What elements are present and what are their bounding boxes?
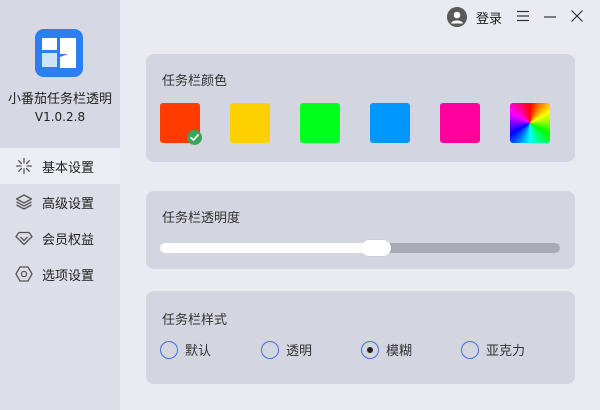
radio-label: 亚克力 xyxy=(486,344,526,359)
user-avatar-icon[interactable] xyxy=(447,7,467,27)
app-version: V1.0.2.8 xyxy=(34,110,86,124)
hexagon-settings-icon xyxy=(15,265,33,283)
card-title: 任务栏颜色 xyxy=(162,74,228,89)
card-title: 任务栏样式 xyxy=(162,313,228,328)
style-option-acrylic[interactable]: 亚克力 xyxy=(461,340,525,359)
sparkle-icon xyxy=(15,157,33,175)
layers-icon xyxy=(15,193,33,211)
taskbar-color-card: 任务栏颜色 xyxy=(146,54,575,162)
taskbar-opacity-card: 任务栏透明度 xyxy=(146,191,575,269)
sidebar-item-label: 基本设置 xyxy=(42,160,95,176)
sidebar-item-option-settings[interactable]: 选项设置 xyxy=(0,256,120,292)
app-name: 小番茄任务栏透明 xyxy=(7,92,112,107)
menu-icon[interactable] xyxy=(514,7,532,25)
taskbar-style-card: 任务栏样式 默认 透明 模糊 亚克力 xyxy=(146,291,575,384)
sidebar-item-label: 会员权益 xyxy=(42,232,95,248)
check-icon xyxy=(187,130,202,145)
radio-label: 默认 xyxy=(185,344,212,359)
color-swatch-green[interactable] xyxy=(300,103,340,143)
radio-label: 模糊 xyxy=(386,344,413,359)
app-logo-icon xyxy=(35,29,83,77)
sidebar-item-label: 选项设置 xyxy=(42,268,95,284)
style-option-blur[interactable]: 模糊 xyxy=(361,340,412,359)
color-swatch-yellow[interactable] xyxy=(230,103,270,143)
radio-button[interactable] xyxy=(461,340,479,359)
color-swatch-magenta[interactable] xyxy=(440,103,480,143)
minimize-icon[interactable] xyxy=(541,7,559,25)
style-option-transparent[interactable]: 透明 xyxy=(261,340,312,359)
sidebar-item-advanced-settings[interactable]: 高级设置 xyxy=(0,184,120,220)
slider-handle[interactable] xyxy=(361,240,391,256)
color-swatch-blue[interactable] xyxy=(370,103,410,143)
sidebar-item-basic-settings[interactable]: 基本设置 xyxy=(0,148,120,184)
sidebar: 小番茄任务栏透明 V1.0.2.8 基本设置 高级设置 会员权益 选项设置 xyxy=(0,0,120,410)
color-swatch-custom[interactable] xyxy=(510,103,550,143)
card-title: 任务栏透明度 xyxy=(162,211,241,226)
radio-selected-dot xyxy=(367,346,373,353)
radio-label: 透明 xyxy=(286,344,313,359)
opacity-slider[interactable] xyxy=(160,240,560,256)
app-header: 小番茄任务栏透明 V1.0.2.8 xyxy=(0,0,120,148)
close-icon[interactable] xyxy=(568,7,586,25)
sidebar-item-member-benefits[interactable]: 会员权益 xyxy=(0,220,120,256)
slider-fill xyxy=(160,243,376,253)
radio-button[interactable] xyxy=(160,340,178,359)
sidebar-item-label: 高级设置 xyxy=(42,196,95,212)
login-link[interactable]: 登录 xyxy=(476,8,502,27)
color-swatch-red[interactable] xyxy=(160,103,202,145)
radio-button[interactable] xyxy=(361,340,379,359)
diamond-icon xyxy=(15,229,33,247)
radio-button[interactable] xyxy=(261,340,279,359)
style-option-default[interactable]: 默认 xyxy=(160,340,211,359)
title-bar: 登录 xyxy=(120,0,600,34)
